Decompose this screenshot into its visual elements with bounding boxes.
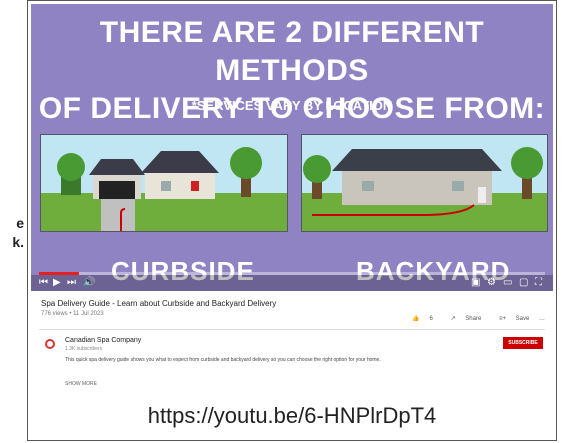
settings-icon[interactable]: ⚙ — [487, 277, 496, 289]
video-player[interactable]: THERE ARE 2 DIFFERENT METHODS OF DELIVER… — [31, 4, 553, 291]
like-icon: 👍 — [412, 316, 420, 322]
channel-avatar[interactable] — [45, 339, 55, 349]
like-count: 6 — [429, 316, 433, 322]
share-label: Share — [465, 316, 482, 322]
show-more-link[interactable]: SHOW MORE — [65, 381, 97, 387]
previous-icon[interactable]: ⏮ — [39, 277, 48, 289]
volume-icon[interactable]: 🔊 — [83, 277, 95, 289]
video-info: Spa Delivery Guide - Learn about Curbsid… — [31, 293, 553, 401]
curbside-house-icon — [57, 147, 262, 231]
miniplayer-icon[interactable]: ▭ — [503, 277, 512, 289]
channel-name[interactable]: Canadian Spa Company — [65, 337, 141, 344]
share-icon: ↗ — [450, 316, 456, 322]
backyard-illustration — [301, 134, 548, 232]
save-icon: ≡+ — [498, 316, 506, 322]
next-icon[interactable]: ⏭ — [67, 277, 76, 289]
like-button[interactable]: 👍 6 — [404, 316, 433, 322]
video-url[interactable]: https://youtu.be/6-HNPlrDpT4 — [28, 403, 556, 429]
video-title: Spa Delivery Guide - Learn about Curbsid… — [41, 299, 277, 308]
side-text-line: k. — [12, 234, 24, 250]
subtitles-icon[interactable]: ▣ — [471, 277, 480, 289]
video-meta: 776 views • 11 Jul 2023 — [41, 311, 104, 317]
fullscreen-icon[interactable]: ⛶ — [535, 277, 542, 289]
video-description: This quick spa delivery guide shows you … — [65, 357, 381, 363]
curbside-illustration — [40, 134, 288, 232]
title-line-1: THERE ARE 2 DIFFERENT METHODS — [99, 16, 485, 87]
cropped-side-text: e k. — [0, 214, 24, 252]
share-button[interactable]: ↗ Share — [443, 316, 482, 322]
subscribe-button[interactable]: SUBSCRIBE — [503, 337, 543, 349]
backyard-house-icon — [303, 147, 543, 216]
player-controls: ⏮ ▶ ⏭ 🔊 ▣ ⚙ ▭ ▢ ⛶ — [31, 275, 553, 291]
subscriber-count: 1.3K subscribers — [65, 346, 103, 352]
side-text-line: e — [16, 215, 24, 231]
more-icon[interactable]: … — [539, 316, 545, 322]
action-bar: 👍 6 ↗ Share ≡+ Save … — [396, 315, 545, 322]
play-icon[interactable]: ▶ — [53, 277, 61, 289]
divider — [39, 329, 545, 330]
theater-icon[interactable]: ▢ — [519, 277, 528, 289]
save-label: Save — [515, 316, 530, 322]
video-subtitle: *SERVICES VARY BY LOCATION — [191, 98, 393, 113]
youtube-embed-frame: THERE ARE 2 DIFFERENT METHODS OF DELIVER… — [27, 0, 557, 441]
save-button[interactable]: ≡+ Save — [491, 316, 529, 322]
